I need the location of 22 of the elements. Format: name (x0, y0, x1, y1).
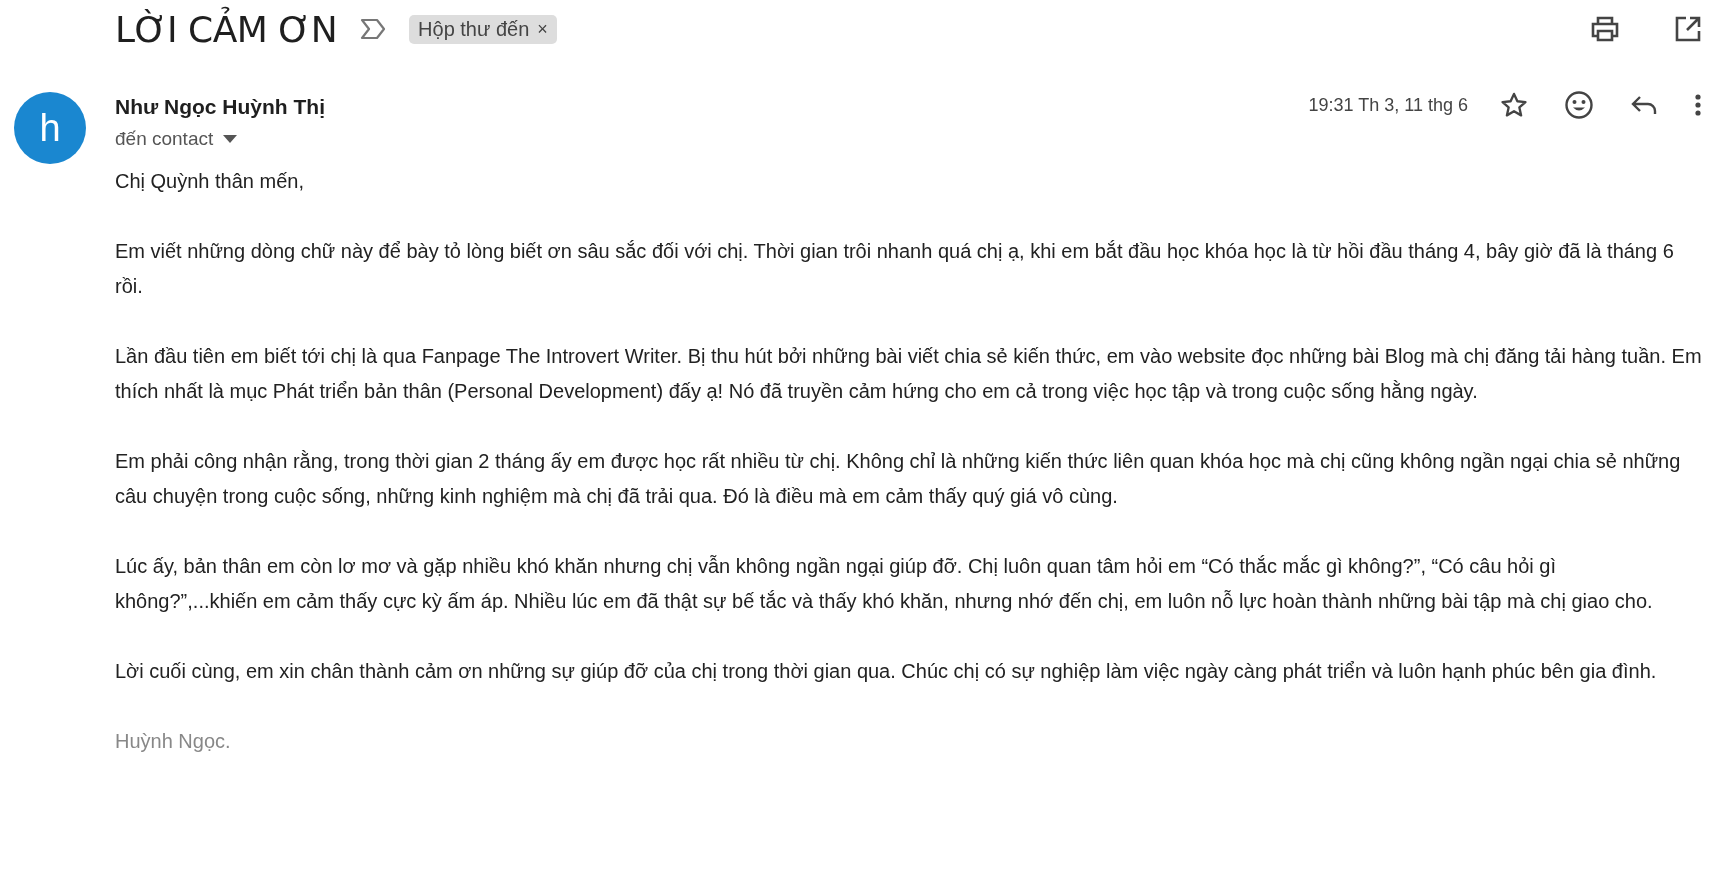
open-in-new-window-icon[interactable] (1674, 15, 1702, 43)
email-date: 19:31 Th 3, 11 thg 6 (1308, 94, 1468, 116)
body-paragraph: Chị Quỳnh thân mến, (115, 169, 305, 194)
recipient-text: đến contact (115, 128, 214, 150)
reply-icon[interactable] (1630, 93, 1658, 117)
remove-label-button[interactable]: × (537, 18, 548, 40)
body-paragraph: Em phải công nhận rằng, trong thời gian 2 tháng ấy em được học rất nhiều từ chị. Không chỉ là những kiến thức liên quan khóa học mà chị cũng không ngần ngại chia sẻ những câu chuyện trong cuộc sống, những kinh nghiệm mà chị đã trải qua. Đó là điều mà em cảm thấy quý giá vô cùng. (115, 449, 1682, 509)
star-icon[interactable] (1500, 91, 1528, 119)
email-signature: Huỳnh Ngọc. (115, 729, 232, 754)
importance-marker-icon[interactable] (359, 17, 388, 41)
print-icon[interactable] (1590, 16, 1620, 42)
more-options-icon[interactable] (1694, 93, 1702, 117)
body-paragraph: Em viết những dòng chữ này để bày tỏ lòng biết ơn sâu sắc đối với chị. Thời gian trôi nhanh quá chị ạ, khi em bắt đầu học khóa học là từ hồi đầu tháng 4, bây giờ đã là tháng 6 rồi. (115, 239, 1675, 299)
sender-avatar: h (14, 92, 86, 164)
label-text: Hộp thư đến (418, 17, 530, 41)
body-paragraph: Lần đầu tiên em biết tới chị là qua Fanpage The Introvert Writer. Bị thu hút bởi những bài viết chia sẻ kiến thức, em vào website đọc những bài Blog mà chị đăng tải hàng tuần. Em thích nhất là mục Phát triển bản thân (Personal Development) đấy ạ! Nó đã truyền cảm hứng cho em cả trong việc học tập và trong cuộc sống hằng ngày. (115, 344, 1702, 404)
body-paragraph: Lúc ấy, bản thân em còn lơ mơ và gặp nhiều khó khăn nhưng chị vẫn không ngần ngại giúp đỡ. Chị luôn quan tâm hỏi em “Có thắc mắc gì không?”, “Có câu hỏi gì không?”,...khiến em cảm thấy cực kỳ ấm áp. Nhiều lúc em đã thật sự bế tắc và thấy khó khăn, nhưng nhớ đến chị, em luôn nỗ lực hoàn thành những bài tập mà chị giao cho. (115, 554, 1654, 614)
email-subject: LỜI CẢM ƠN (115, 8, 338, 50)
sender-name: Như Ngọc Huỳnh Thị (115, 94, 326, 119)
emoji-reaction-icon[interactable] (1564, 90, 1594, 120)
body-paragraph: Lời cuối cùng, em xin chân thành cảm ơn những sự giúp đỡ của chị trong thời gian qua. Chúc chị có sự nghiệp làm việc ngày càng phát triển và luôn hạnh phúc bên gia đình. (115, 659, 1658, 684)
dropdown-caret-icon[interactable] (223, 135, 238, 143)
